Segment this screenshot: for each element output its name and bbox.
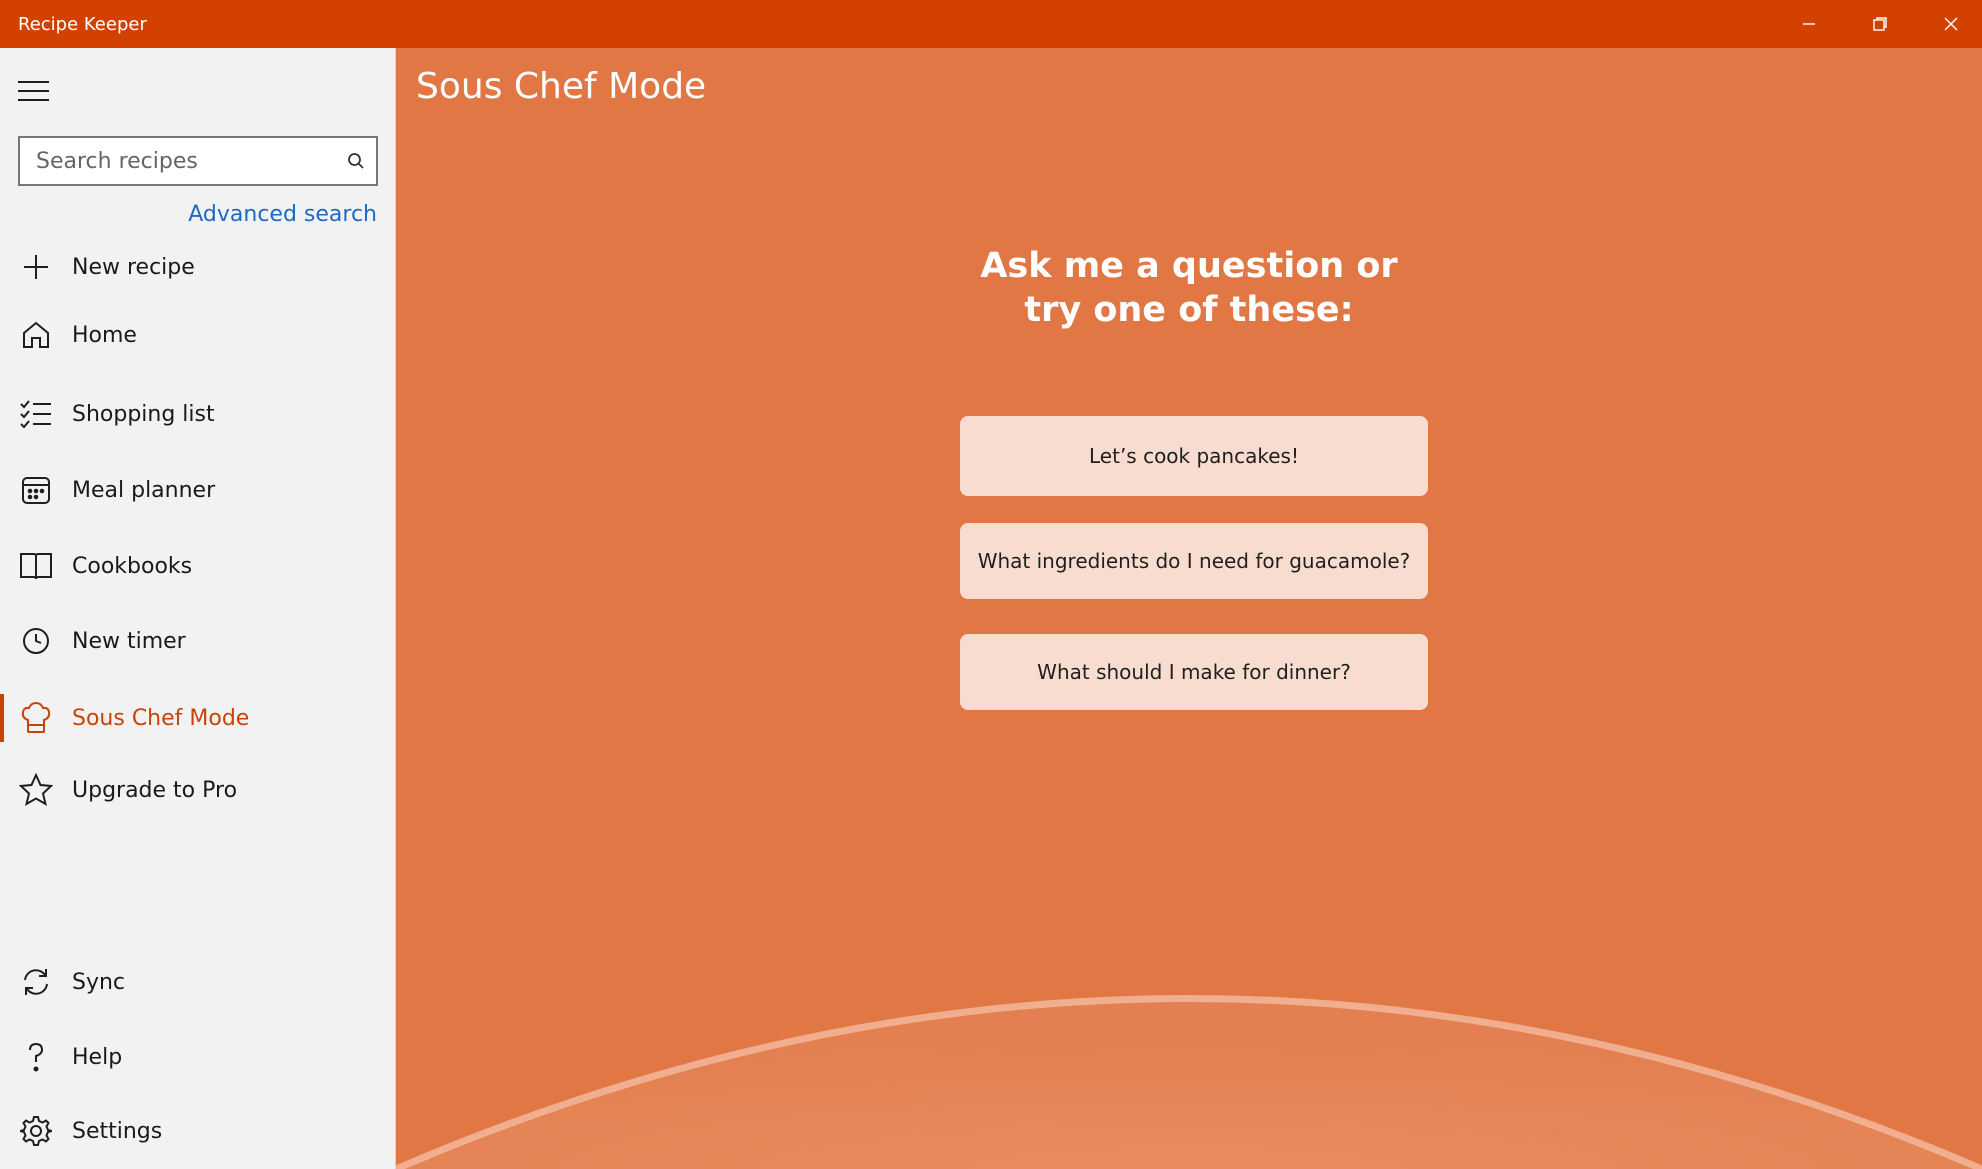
nav-sync[interactable]: Sync bbox=[0, 952, 395, 1012]
calendar-icon bbox=[18, 472, 54, 508]
suggestion-button[interactable]: Let’s cook pancakes! bbox=[960, 416, 1428, 496]
nav-label: Home bbox=[72, 322, 137, 348]
checklist-icon bbox=[18, 396, 54, 432]
restore-button[interactable] bbox=[1845, 0, 1915, 48]
nav-label: New timer bbox=[72, 628, 186, 654]
search-icon[interactable] bbox=[346, 151, 366, 171]
gear-icon bbox=[18, 1113, 54, 1149]
sync-icon bbox=[18, 964, 54, 1000]
nav-label: Sous Chef Mode bbox=[72, 705, 250, 731]
prompt-line: Ask me a question or bbox=[980, 246, 1398, 286]
star-icon bbox=[18, 772, 54, 808]
nav-settings[interactable]: Settings bbox=[0, 1101, 395, 1161]
home-icon bbox=[18, 317, 54, 353]
plus-icon bbox=[18, 249, 54, 285]
window-title: Recipe Keeper bbox=[18, 14, 147, 35]
nav-label: New recipe bbox=[72, 254, 195, 280]
nav-cookbooks[interactable]: Cookbooks bbox=[0, 536, 395, 596]
main-content: Sous Chef Mode Ask me a question or try … bbox=[396, 48, 1982, 1169]
nav-label: Meal planner bbox=[72, 477, 216, 503]
nav-help[interactable]: Help bbox=[0, 1027, 395, 1087]
nav-meal-planner[interactable]: Meal planner bbox=[0, 460, 395, 520]
nav-label: Help bbox=[72, 1044, 123, 1070]
close-icon bbox=[1944, 17, 1958, 31]
close-button[interactable] bbox=[1916, 0, 1982, 48]
dome-decoration bbox=[396, 995, 1982, 1169]
question-icon bbox=[18, 1039, 54, 1075]
book-icon bbox=[18, 548, 54, 584]
prompt-line: try one of these: bbox=[1024, 290, 1354, 330]
nav-label: Cookbooks bbox=[72, 553, 193, 579]
search-input[interactable] bbox=[20, 138, 330, 184]
nav-label: Settings bbox=[72, 1118, 163, 1144]
sidebar: Advanced search New recipe Home Shopping… bbox=[0, 48, 396, 1169]
advanced-search-link[interactable]: Advanced search bbox=[188, 202, 377, 227]
clock-icon bbox=[18, 623, 54, 659]
nav-upgrade-to-pro[interactable]: Upgrade to Pro bbox=[0, 760, 395, 820]
restore-icon bbox=[1873, 17, 1887, 31]
hamburger-icon[interactable] bbox=[18, 74, 56, 108]
page-title: Sous Chef Mode bbox=[416, 66, 707, 107]
minimize-button[interactable] bbox=[1774, 0, 1844, 48]
nav-new-recipe[interactable]: New recipe bbox=[0, 237, 395, 297]
title-bar: Recipe Keeper bbox=[0, 0, 1982, 48]
suggestion-button[interactable]: What ingredients do I need for guacamole… bbox=[960, 523, 1428, 599]
nav-label: Shopping list bbox=[72, 401, 215, 427]
nav-label: Upgrade to Pro bbox=[72, 777, 238, 803]
nav-home[interactable]: Home bbox=[0, 305, 395, 365]
prompt-heading: Ask me a question or try one of these: bbox=[396, 244, 1982, 332]
chef-hat-icon bbox=[18, 700, 54, 736]
minimize-icon bbox=[1803, 23, 1815, 25]
suggestion-button[interactable]: What should I make for dinner? bbox=[960, 634, 1428, 710]
search-box bbox=[18, 136, 378, 186]
nav-sous-chef-mode[interactable]: Sous Chef Mode bbox=[0, 688, 395, 748]
nav-label: Sync bbox=[72, 969, 126, 995]
nav-shopping-list[interactable]: Shopping list bbox=[0, 384, 395, 444]
nav-new-timer[interactable]: New timer bbox=[0, 611, 395, 671]
